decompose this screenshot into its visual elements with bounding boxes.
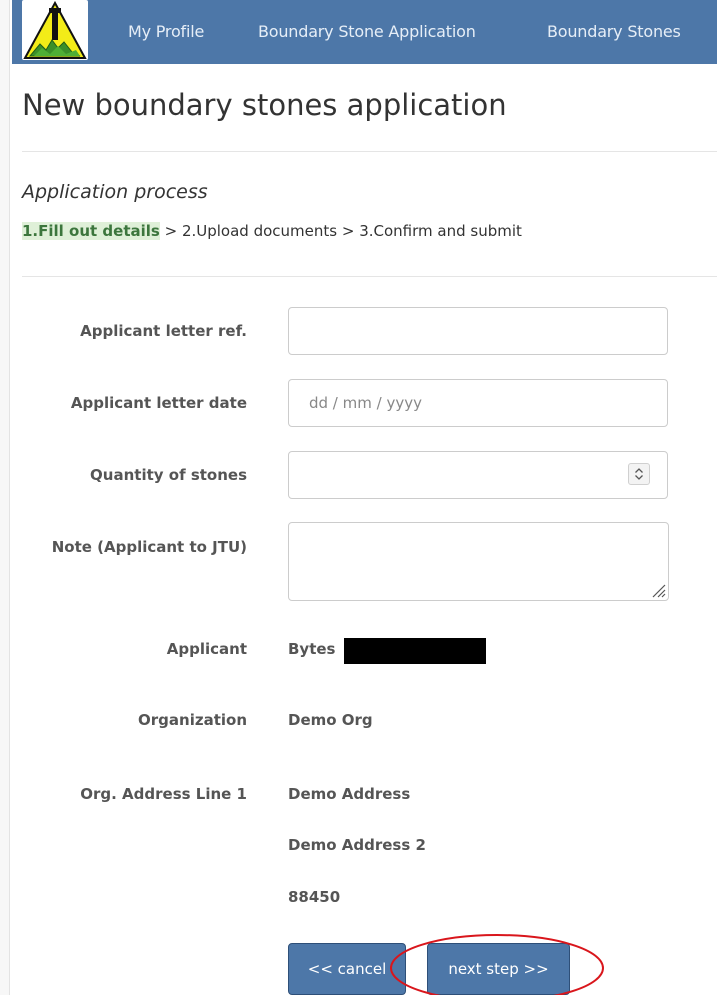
- process-steps: 1.Fill out details > 2.Upload documents …: [22, 222, 522, 240]
- page: My Profile Boundary Stone Application Bo…: [0, 0, 717, 995]
- letter-ref-input[interactable]: [288, 307, 668, 355]
- divider: [22, 276, 717, 277]
- quantity-stepper[interactable]: [288, 451, 668, 499]
- logo-icon: [23, 0, 87, 59]
- nav-link-boundary-stones[interactable]: Boundary Stones: [547, 22, 681, 41]
- note-textarea[interactable]: [288, 522, 669, 601]
- nav-link-my-profile[interactable]: My Profile: [128, 22, 204, 41]
- letter-date-input[interactable]: [288, 379, 668, 427]
- left-border: [0, 0, 10, 995]
- step-confirm-submit: 3.Confirm and submit: [359, 222, 522, 240]
- redaction-bar: [344, 638, 486, 664]
- address-line-1: Demo Address: [288, 785, 411, 803]
- address-label: Org. Address Line 1: [80, 785, 247, 803]
- next-step-button[interactable]: next step >>: [427, 943, 570, 995]
- step-fill-out-details: 1.Fill out details: [22, 222, 160, 240]
- step-separator: >: [337, 222, 360, 240]
- spinner-arrows-icon: [635, 468, 643, 480]
- step-separator: >: [159, 222, 182, 240]
- resize-grip-icon[interactable]: [650, 582, 666, 598]
- page-title: New boundary stones application: [22, 88, 507, 122]
- letter-ref-label: Applicant letter ref.: [80, 322, 247, 340]
- process-title: Application process: [22, 181, 208, 203]
- applicant-value: Bytes: [288, 640, 336, 658]
- navbar: My Profile Boundary Stone Application Bo…: [12, 0, 717, 64]
- divider: [22, 151, 717, 152]
- organization-logo[interactable]: [22, 0, 88, 60]
- organization-label: Organization: [138, 711, 247, 729]
- quantity-label: Quantity of stones: [90, 466, 247, 484]
- step-upload-documents: 2.Upload documents: [181, 222, 338, 240]
- spinner-icon[interactable]: [628, 463, 650, 485]
- address-line-3: 88450: [288, 888, 341, 906]
- cancel-button[interactable]: << cancel: [288, 943, 406, 995]
- address-line-2: Demo Address 2: [288, 836, 426, 854]
- nav-link-boundary-stone-application[interactable]: Boundary Stone Application: [258, 22, 476, 41]
- applicant-label: Applicant: [166, 640, 247, 658]
- letter-date-label: Applicant letter date: [70, 394, 247, 412]
- note-label: Note (Applicant to JTU): [51, 538, 247, 556]
- organization-value: Demo Org: [288, 711, 373, 729]
